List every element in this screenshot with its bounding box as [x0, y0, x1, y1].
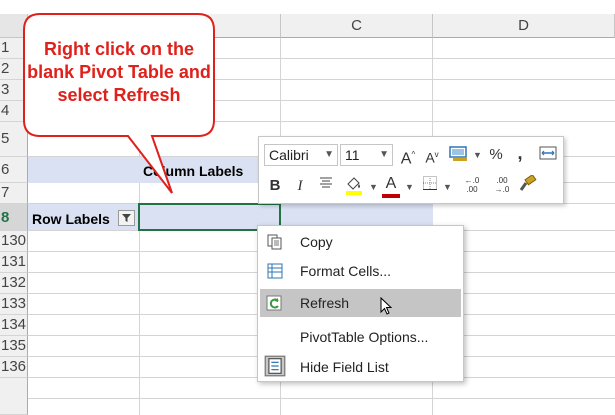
- decrease-font-button[interactable]: Av: [423, 144, 441, 166]
- center-align-icon: [320, 177, 332, 188]
- wrap-text-button[interactable]: [537, 144, 559, 166]
- filter-icon: [122, 214, 131, 222]
- menu-item-pivottable-options[interactable]: PivotTable Options...: [260, 323, 461, 351]
- paint-bucket-icon: [346, 177, 362, 195]
- bold-icon: B: [269, 177, 281, 194]
- font-size-value: 11: [345, 147, 360, 163]
- chevron-down-icon: ▼: [379, 149, 389, 160]
- accounting-format-button[interactable]: [447, 144, 471, 166]
- row-header[interactable]: 3: [0, 80, 28, 101]
- row-header[interactable]: 133: [0, 294, 28, 315]
- column-header-b[interactable]: B: [28, 14, 139, 38]
- row-labels-cell[interactable]: Row Labels: [32, 211, 110, 227]
- row-header[interactable]: 131: [0, 252, 28, 273]
- chevron-down-icon: ▼: [324, 149, 334, 160]
- column-header-c-left[interactable]: [139, 14, 281, 38]
- mini-toolbar: Calibri ▼ 11 ▼ A^ Av ▼ % , B I ▼ A ▼ ▼ ←…: [258, 136, 564, 204]
- chevron-down-icon[interactable]: ▼: [443, 182, 452, 192]
- increase-font-button[interactable]: A^: [399, 144, 417, 168]
- chevron-down-icon[interactable]: ▼: [405, 182, 414, 192]
- font-color-swatch: [382, 194, 400, 198]
- chevron-down-icon[interactable]: ▼: [369, 182, 378, 192]
- font-size-select[interactable]: 11 ▼: [340, 144, 393, 166]
- menu-item-copy[interactable]: Copy: [260, 228, 461, 256]
- menu-item-label: Refresh: [300, 295, 350, 311]
- field-list-icon: [264, 355, 286, 377]
- column-header-c[interactable]: C: [281, 14, 433, 38]
- decrease-decimal-button[interactable]: .00 →.0: [491, 174, 513, 196]
- fill-color-button[interactable]: [343, 175, 365, 197]
- decrease-font-icon: A: [425, 149, 435, 166]
- menu-item-label: Format Cells...: [300, 263, 392, 279]
- center-align-button[interactable]: [317, 175, 335, 197]
- percent-style-button[interactable]: %: [487, 144, 505, 166]
- column-labels-cell[interactable]: Column Labels: [143, 163, 243, 179]
- row-header[interactable]: 1: [0, 38, 28, 59]
- italic-icon: I: [297, 178, 303, 194]
- copy-icon: [267, 234, 282, 250]
- merge-center-icon: [539, 146, 557, 160]
- row-header[interactable]: 134: [0, 315, 28, 336]
- column-header-d-label: D: [518, 17, 529, 34]
- increase-decimal-icon: ←.0.00: [464, 176, 480, 194]
- comma-icon: ,: [517, 143, 523, 163]
- row-header[interactable]: 7: [0, 183, 28, 204]
- select-all-corner[interactable]: [0, 14, 28, 38]
- gridline: [28, 121, 615, 122]
- font-name-select[interactable]: Calibri ▼: [264, 144, 338, 166]
- chevron-down-icon[interactable]: ▼: [473, 150, 482, 160]
- menu-item-refresh[interactable]: Refresh: [260, 289, 461, 317]
- column-header-c-label: C: [351, 17, 362, 34]
- percent-icon: %: [489, 146, 503, 163]
- context-menu: Copy Format Cells... Refresh PivotTable …: [257, 225, 464, 382]
- gridline: [28, 398, 615, 399]
- row-header[interactable]: 2: [0, 59, 28, 80]
- font-color-button[interactable]: A: [381, 173, 401, 198]
- row-header[interactable]: 130: [0, 231, 28, 252]
- font-color-icon: A: [385, 175, 397, 192]
- menu-item-label: Hide Field List: [300, 359, 389, 375]
- menu-item-format-cells[interactable]: Format Cells...: [260, 257, 461, 285]
- row-header-5-label: 5: [1, 130, 10, 147]
- comma-style-button[interactable]: ,: [513, 142, 527, 164]
- borders-icon: [423, 176, 437, 190]
- accounting-format-icon: [449, 146, 467, 161]
- menu-item-label: Copy: [300, 234, 333, 250]
- decrease-decimal-icon: .00 →.0: [494, 176, 510, 194]
- row-header[interactable]: [0, 378, 28, 415]
- mouse-cursor-icon: [380, 297, 393, 315]
- menu-item-hide-field-list[interactable]: Hide Field List: [260, 353, 461, 381]
- format-cells-icon: [267, 263, 283, 279]
- borders-button[interactable]: [421, 175, 439, 197]
- row-labels-filter-button[interactable]: [118, 210, 135, 226]
- row-header[interactable]: 4: [0, 101, 28, 122]
- row-header-active[interactable]: 8: [0, 204, 28, 231]
- callout-text: Right click on the blank Pivot Table and…: [27, 39, 211, 105]
- italic-button[interactable]: I: [293, 175, 307, 197]
- row-header[interactable]: 132: [0, 273, 28, 294]
- format-painter-button[interactable]: [517, 173, 537, 197]
- row-header[interactable]: 6: [0, 157, 28, 183]
- row-header[interactable]: 136: [0, 357, 28, 378]
- increase-decimal-button[interactable]: ←.0.00: [461, 174, 483, 196]
- bold-button[interactable]: B: [267, 175, 283, 197]
- font-name-value: Calibri: [269, 147, 309, 163]
- row-header[interactable]: 135: [0, 336, 28, 357]
- menu-item-label: PivotTable Options...: [300, 329, 429, 345]
- format-painter-icon: [519, 173, 537, 191]
- refresh-icon: [266, 295, 282, 311]
- column-header-d[interactable]: D: [433, 14, 615, 38]
- increase-font-icon: A: [400, 150, 412, 168]
